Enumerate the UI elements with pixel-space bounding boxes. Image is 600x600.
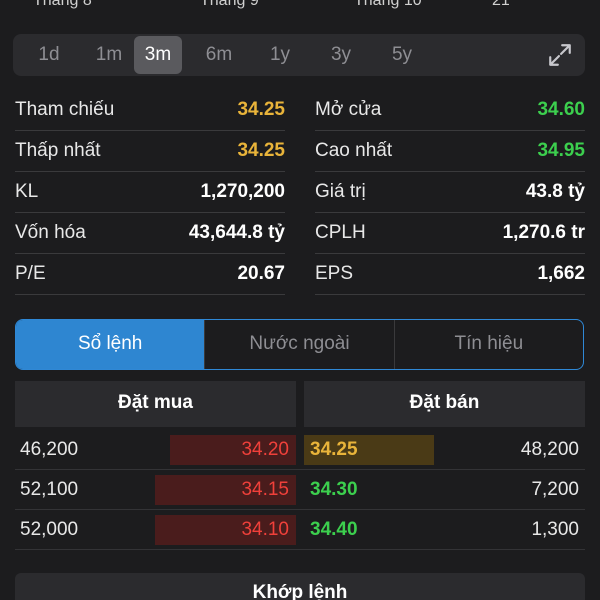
range-3m-button[interactable]: 3m — [134, 36, 182, 74]
range-3y-button[interactable]: 3y — [317, 36, 365, 74]
stat-value: 34.25 — [237, 99, 285, 120]
stat-label: CPLH — [315, 222, 366, 243]
bid-price: 34.20 — [241, 439, 289, 460]
stat-value: 43,644.8 tỷ — [188, 222, 285, 243]
ask-price: 34.40 — [310, 519, 358, 540]
stat-row-volume: KL 1,270,200 — [15, 172, 285, 213]
stat-row-open: Mở cửa 34.60 — [315, 90, 585, 131]
ask-volume: 7,200 — [531, 479, 579, 500]
stat-label: EPS — [315, 263, 354, 284]
stat-label: Vốn hóa — [15, 222, 86, 243]
bid-price: 34.15 — [241, 479, 289, 500]
range-selector: 1d 1m 3m 6m 1y 3y 5y — [13, 34, 585, 76]
stat-label: P/E — [15, 263, 46, 284]
stat-label: Tham chiếu — [15, 99, 115, 120]
stat-row-pe: P/E 20.67 — [15, 254, 285, 295]
bid-volume: 52,000 — [20, 519, 79, 540]
stat-row-shares: CPLH 1,270.6 tr — [315, 213, 585, 254]
stat-row-market-cap: Vốn hóa 43,644.8 tỷ — [15, 213, 285, 254]
stat-label: Mở cửa — [315, 99, 382, 120]
expand-icon[interactable] — [547, 42, 573, 68]
range-1d-button[interactable]: 1d — [25, 36, 73, 74]
month-label: Tháng 9 — [200, 0, 259, 9]
bid-volume: 46,200 — [20, 439, 79, 460]
stat-value: 34.95 — [537, 140, 585, 161]
stat-value: 1,270.6 tr — [502, 222, 585, 243]
divider — [15, 549, 585, 550]
tab-signals[interactable]: Tín hiệu — [393, 320, 583, 369]
matched-orders-header[interactable]: Khớp lệnh — [15, 573, 585, 600]
month-label: Tháng 8 — [33, 0, 92, 9]
divider — [315, 294, 585, 295]
stat-row-reference: Tham chiếu 34.25 — [15, 90, 285, 131]
ask-price: 34.25 — [310, 439, 358, 460]
bid-volume: 52,100 — [20, 479, 79, 500]
divider — [15, 294, 285, 295]
info-tabs: Sổ lệnh Nước ngoài Tín hiệu — [15, 319, 584, 370]
stat-value: 1,270,200 — [200, 181, 285, 202]
stat-row-eps: EPS 1,662 — [315, 254, 585, 295]
orderbook-row[interactable]: 52,100 34.15 34.30 7,200 — [15, 470, 585, 510]
tab-order-book[interactable]: Sổ lệnh — [16, 320, 205, 369]
stat-row-low: Thấp nhất 34.25 — [15, 131, 285, 172]
range-1y-button[interactable]: 1y — [256, 36, 304, 74]
stat-label: Cao nhất — [315, 140, 393, 161]
bid-price: 34.10 — [241, 519, 289, 540]
stat-value: 34.25 — [237, 140, 285, 161]
stat-row-value: Giá trị 43.8 tỷ — [315, 172, 585, 213]
range-5y-button[interactable]: 5y — [378, 36, 426, 74]
month-label: Tháng 10 — [354, 0, 422, 9]
stat-label: Giá trị — [315, 181, 366, 202]
stat-label: Thấp nhất — [15, 140, 101, 161]
ask-volume: 48,200 — [520, 439, 579, 460]
buy-orders-header: Đặt mua — [15, 381, 296, 427]
ask-price: 34.30 — [310, 479, 358, 500]
sell-orders-header: Đặt bán — [304, 381, 585, 427]
range-6m-button[interactable]: 6m — [195, 36, 243, 74]
ask-volume: 1,300 — [531, 519, 579, 540]
stat-value: 43.8 tỷ — [525, 181, 585, 202]
range-1m-button[interactable]: 1m — [85, 36, 133, 74]
orderbook-row[interactable]: 46,200 34.20 34.25 48,200 — [15, 430, 585, 470]
orderbook-row[interactable]: 52,000 34.10 34.40 1,300 — [15, 510, 585, 550]
stat-label: KL — [15, 181, 39, 202]
month-label: 21 — [492, 0, 510, 9]
stat-value: 34.60 — [537, 99, 585, 120]
tab-foreign[interactable]: Nước ngoài — [204, 320, 393, 369]
stat-value: 20.67 — [237, 263, 285, 284]
stat-value: 1,662 — [537, 263, 585, 284]
chart-month-axis: Tháng 8 Tháng 9 Tháng 10 21 — [0, 0, 600, 14]
stat-row-high: Cao nhất 34.95 — [315, 131, 585, 172]
